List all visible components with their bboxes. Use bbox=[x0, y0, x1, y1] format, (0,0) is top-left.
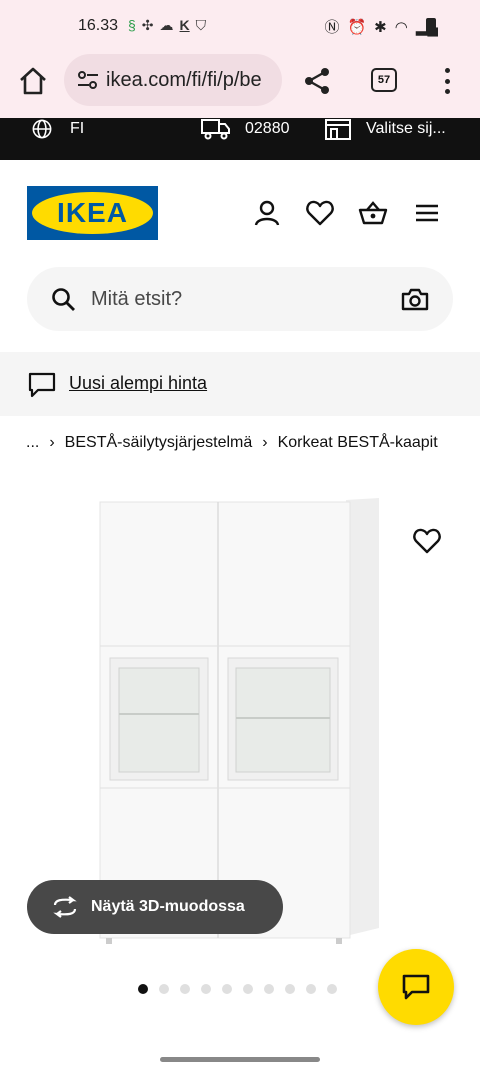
new-lower-price-link[interactable]: Uusi alempi hinta bbox=[69, 373, 207, 394]
breadcrumb-ellipsis[interactable]: ... bbox=[26, 434, 39, 452]
notif-icon: § bbox=[128, 17, 136, 33]
postcode-selector[interactable]: 02880 bbox=[201, 118, 290, 140]
truck-icon bbox=[201, 119, 230, 140]
gallery-dot[interactable] bbox=[243, 984, 253, 994]
alarm-icon: ⏰ bbox=[347, 18, 367, 36]
store-selector[interactable]: Valitse sij... bbox=[324, 118, 446, 140]
camera-icon[interactable] bbox=[401, 287, 429, 311]
more-icon[interactable] bbox=[440, 68, 454, 94]
menu-icon[interactable] bbox=[412, 198, 442, 228]
gallery-pagination bbox=[138, 984, 337, 994]
language-selector[interactable]: FI bbox=[28, 118, 84, 140]
gesture-bar[interactable] bbox=[160, 1057, 320, 1062]
notification-icons: § ✣ ☁ K ⛉ bbox=[128, 17, 206, 34]
url-text: ikea.com/fi/fi/p/be bbox=[106, 68, 262, 91]
view-3d-button[interactable]: Näytä 3D-muodossa bbox=[27, 880, 283, 934]
browser-toolbar: ikea.com/fi/fi/p/be 57 bbox=[0, 54, 480, 118]
gallery-dot[interactable] bbox=[264, 984, 274, 994]
search-icon[interactable] bbox=[51, 287, 77, 313]
system-icons: Ⓝ ⏰ ✱ ◠ ▂▄ bbox=[324, 16, 438, 37]
chat-icon bbox=[402, 974, 430, 1000]
logo-text: IKEA bbox=[57, 197, 128, 228]
tabs-button[interactable]: 57 bbox=[371, 68, 397, 92]
bluetooth-icon: ✱ bbox=[374, 18, 387, 36]
globe-icon bbox=[32, 119, 52, 139]
chat-button[interactable] bbox=[378, 949, 454, 1025]
status-time: 16.33 bbox=[78, 17, 119, 34]
gallery-dot[interactable] bbox=[327, 984, 337, 994]
view-3d-label: Näytä 3D-muodossa bbox=[91, 898, 245, 915]
speech-bubble-icon bbox=[28, 372, 56, 398]
add-to-wishlist-heart-icon[interactable] bbox=[412, 527, 442, 555]
language-label: FI bbox=[70, 120, 85, 137]
nfc-icon: Ⓝ bbox=[324, 19, 340, 36]
gallery-dot[interactable] bbox=[180, 984, 190, 994]
store-label: Valitse sij... bbox=[366, 120, 446, 137]
address-bar[interactable]: ikea.com/fi/fi/p/be bbox=[64, 54, 282, 106]
chevron-right-icon: › bbox=[49, 434, 55, 451]
wifi-icon: ◠ bbox=[394, 18, 408, 36]
gallery-dot[interactable] bbox=[159, 984, 169, 994]
breadcrumb-item[interactable]: Korkeat BESTÅ-kaapit bbox=[278, 434, 438, 452]
gallery-dot[interactable] bbox=[138, 984, 148, 994]
shield-icon: ⛉ bbox=[195, 17, 207, 33]
chevron-right-icon: › bbox=[262, 434, 268, 451]
notif-icon: K bbox=[179, 17, 190, 33]
cloud-icon: ☁ bbox=[159, 17, 174, 33]
promo-banner: Uusi alempi hinta bbox=[0, 352, 480, 416]
status-bar: 16.33 § ✣ ☁ K ⛉ Ⓝ ⏰ ✱ ◠ ▂▄ bbox=[0, 0, 480, 54]
battery-icon bbox=[426, 18, 436, 35]
tune-icon[interactable] bbox=[76, 70, 100, 90]
breadcrumb: ... › BESTÅ-säilytysjärjestelmä › Korkea… bbox=[26, 434, 438, 452]
rotate-3d-icon bbox=[53, 896, 77, 918]
account-icon[interactable] bbox=[252, 198, 282, 228]
postcode-label: 02880 bbox=[245, 120, 290, 137]
top-strip: FI 02880 Valitse sij... bbox=[0, 118, 480, 160]
ikea-logo[interactable]: IKEA bbox=[27, 186, 158, 240]
search-input[interactable]: Mitä etsit? bbox=[91, 288, 182, 311]
gallery-dot[interactable] bbox=[306, 984, 316, 994]
heart-icon[interactable] bbox=[305, 198, 335, 228]
gallery-dot[interactable] bbox=[285, 984, 295, 994]
basket-icon[interactable] bbox=[358, 198, 388, 228]
breadcrumb-item[interactable]: BESTÅ-säilytysjärjestelmä bbox=[65, 434, 253, 452]
share-icon[interactable] bbox=[302, 66, 332, 96]
notif-icon: ✣ bbox=[141, 17, 154, 33]
gallery-dot[interactable] bbox=[222, 984, 232, 994]
gallery-dot[interactable] bbox=[201, 984, 211, 994]
search-bar[interactable]: Mitä etsit? bbox=[27, 267, 453, 331]
store-icon bbox=[325, 119, 351, 140]
home-icon[interactable] bbox=[16, 64, 50, 98]
